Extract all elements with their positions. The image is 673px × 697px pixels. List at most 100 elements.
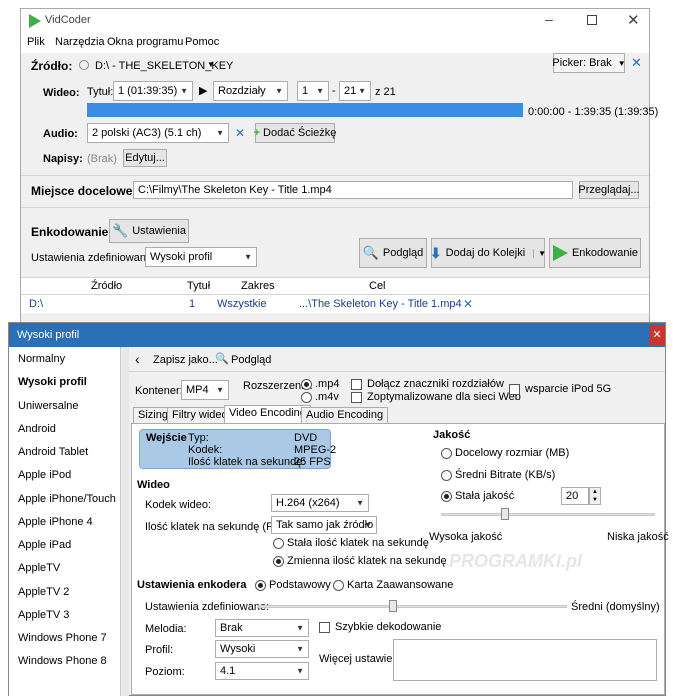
video-heading: Wideo xyxy=(137,479,170,491)
row-target: ...\The Skeleton Key - Title 1.mp4 xyxy=(299,298,462,310)
table-row[interactable]: D:\ 1 Wszystkie ...\The Skeleton Key - T… xyxy=(21,295,649,313)
constant-fps-radio[interactable] xyxy=(273,538,284,549)
container-select[interactable]: MP4 ▼ xyxy=(181,380,229,400)
edit-subtitles-button[interactable]: Edytuj... xyxy=(123,149,167,167)
constant-quality-radio[interactable] xyxy=(441,491,452,502)
tune-select[interactable]: Brak ▼ xyxy=(215,619,309,637)
title-label: Tytuł: xyxy=(87,86,114,98)
preset-window: Wysoki profil ✕ Normalny Wysoki profil U… xyxy=(8,322,669,696)
picker-button[interactable]: Picker: Brak ▼ xyxy=(552,53,626,73)
list-item[interactable]: AppleTV 2 xyxy=(18,586,69,598)
menu-plik[interactable]: Plik xyxy=(27,36,45,48)
avg-bitrate-radio[interactable] xyxy=(441,470,452,481)
spinner-up-icon[interactable]: ▲ xyxy=(592,489,598,495)
col-target[interactable]: Cel xyxy=(369,280,386,292)
close-icon[interactable]: ✕ xyxy=(627,11,640,29)
toolbar-preview-button[interactable]: Podgląd xyxy=(231,354,271,366)
magnifier-icon: 🔍 xyxy=(215,353,229,365)
remove-audio-icon[interactable]: ✕ xyxy=(235,126,245,140)
back-chevron-icon[interactable]: ‹ xyxy=(135,351,140,367)
chapter-start-select[interactable]: 1 ▼ xyxy=(297,81,329,101)
advanced-radio[interactable] xyxy=(333,580,344,591)
remove-queue-item-icon[interactable]: ✕ xyxy=(463,297,473,311)
settings-button[interactable]: 🔧 Ustawienia xyxy=(109,219,189,243)
list-item[interactable]: Android xyxy=(18,423,56,435)
list-item[interactable]: Apple iPhone 4 xyxy=(18,516,93,528)
list-item[interactable]: Apple iPod xyxy=(18,469,71,481)
row-source: D:\ xyxy=(29,298,44,310)
destination-path-input[interactable]: C:\Filmy\The Skeleton Key - Title 1.mp4 xyxy=(133,181,573,199)
menu-narzedzia[interactable]: Narzędzia xyxy=(55,36,105,48)
title-select[interactable]: 1 (01:39:35) ▼ xyxy=(113,81,193,101)
watermark-logo: PROGRAMKI.pl xyxy=(449,551,582,571)
encoder-preset-slider-track[interactable] xyxy=(257,605,567,608)
list-item[interactable]: Android Tablet xyxy=(18,446,88,458)
basic-radio[interactable] xyxy=(255,580,266,591)
minimize-icon[interactable]: – xyxy=(545,11,553,27)
encoder-preset-slider-thumb[interactable] xyxy=(389,600,398,612)
video-codec-select[interactable]: H.264 (x264) ▼ xyxy=(271,494,369,512)
close-source-icon[interactable]: ✕ xyxy=(631,55,642,71)
add-track-button[interactable]: + Dodać Ścieżkę xyxy=(254,123,337,143)
tab-filters[interactable]: Filtry wideo xyxy=(167,407,233,423)
chevron-down-icon: ▼ xyxy=(316,86,324,96)
encode-button[interactable]: Enkodowanie xyxy=(549,238,641,268)
list-item[interactable]: Uniwersalne xyxy=(18,400,79,412)
chapter-markers-checkbox[interactable] xyxy=(351,379,362,390)
chapter-markers-label: Dołącz znaczniki rozdziałów xyxy=(367,378,504,390)
variable-fps-radio[interactable] xyxy=(273,556,284,567)
close-icon[interactable]: ✕ xyxy=(649,325,665,345)
menu-okna[interactable]: Okna programu xyxy=(107,36,183,48)
fps-select[interactable]: Tak samo jak źródło ▼ xyxy=(271,516,377,534)
spinner-down-icon[interactable]: ▼ xyxy=(592,497,598,503)
profile-select[interactable]: Wysoki ▼ xyxy=(215,640,309,658)
more-settings-textarea[interactable] xyxy=(393,639,657,681)
quality-slider-thumb[interactable] xyxy=(501,508,510,520)
browse-button[interactable]: Przeglądaj... xyxy=(578,181,640,199)
preset-select[interactable]: Wysoki profil ▼ xyxy=(145,247,257,267)
range-type-select[interactable]: Rozdziały ▼ xyxy=(213,81,288,101)
quality-value-input[interactable]: 20 xyxy=(561,487,589,505)
list-item[interactable]: AppleTV 3 xyxy=(18,609,69,621)
preview-button[interactable]: 🔍 Podgląd xyxy=(359,238,427,268)
ext-m4v-radio[interactable] xyxy=(301,392,312,403)
target-size-radio[interactable] xyxy=(441,448,452,459)
ext-m4v-label: .m4v xyxy=(315,391,339,403)
menu-pomoc[interactable]: Pomoc xyxy=(185,36,219,48)
list-item-selected[interactable]: Wysoki profil xyxy=(18,376,87,388)
list-item[interactable]: Apple iPhone/Touch xyxy=(18,493,116,505)
save-as-button[interactable]: Zapisz jako... xyxy=(153,354,218,366)
ext-mp4-radio[interactable] xyxy=(301,379,312,390)
play-green-icon xyxy=(552,245,568,261)
ipod5g-checkbox[interactable] xyxy=(509,384,520,395)
col-range[interactable]: Zakres xyxy=(241,280,275,292)
tab-video-encoding[interactable]: Video Encoding xyxy=(224,405,311,424)
list-item[interactable]: Windows Phone 8 xyxy=(18,655,107,667)
range-progress-fill xyxy=(87,103,523,117)
profile-label: Profil: xyxy=(145,644,174,656)
col-title[interactable]: Tytuł xyxy=(187,280,210,292)
fast-decode-checkbox[interactable] xyxy=(319,622,330,633)
list-item[interactable]: Windows Phone 7 xyxy=(18,632,107,644)
play-icon[interactable]: ▶ xyxy=(199,84,207,97)
add-track-label: Dodać Ścieżkę xyxy=(263,127,337,139)
chapter-end-select[interactable]: 21 ▼ xyxy=(339,81,371,101)
range-progress-track[interactable] xyxy=(87,103,523,117)
tab-audio-encoding[interactable]: Audio Encoding xyxy=(301,407,389,423)
quality-spinner[interactable]: ▲ ▼ xyxy=(589,487,601,505)
list-item[interactable]: Normalny xyxy=(18,353,65,365)
chevron-down-icon: ▼ xyxy=(296,623,304,633)
web-optimized-label: Zoptymalizowane dla sieci Web xyxy=(367,391,521,403)
scrollbar[interactable] xyxy=(121,347,129,696)
source-dropdown-icon[interactable]: ▼ xyxy=(207,60,215,69)
list-item[interactable]: Apple iPad xyxy=(18,539,71,551)
list-item[interactable]: AppleTV xyxy=(18,562,60,574)
quality-slider-track[interactable] xyxy=(441,513,655,516)
audio-track-select[interactable]: 2 polski (AC3) (5.1 ch) ▼ xyxy=(87,123,229,143)
col-source[interactable]: Źródło xyxy=(91,280,122,292)
add-to-queue-button[interactable]: ⬇ Dodaj do Kolejki ▼ xyxy=(430,238,546,268)
web-optimized-checkbox[interactable] xyxy=(351,392,362,403)
encoder-preset-value: Średni (domyślny) xyxy=(571,601,660,613)
level-select[interactable]: 4.1 ▼ xyxy=(215,662,309,680)
maximize-icon[interactable] xyxy=(587,15,597,25)
